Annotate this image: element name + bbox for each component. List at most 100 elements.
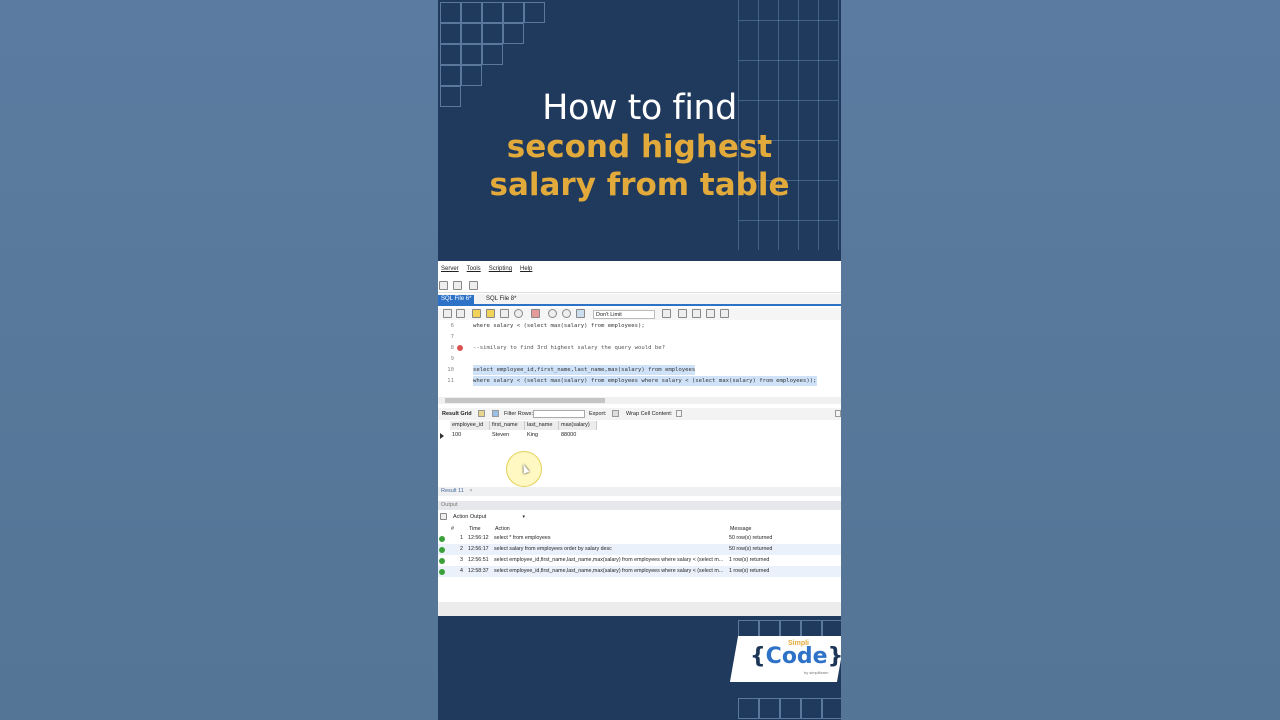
- video-title: How to find second highest salary from t…: [438, 88, 841, 204]
- rollback-icon[interactable]: [562, 309, 571, 318]
- save-icon[interactable]: [456, 309, 465, 318]
- line-number: 11: [447, 378, 454, 384]
- wrap-cell-icon[interactable]: [676, 410, 682, 417]
- grid-cell[interactable]: 100: [450, 431, 461, 440]
- tab-sql-file-8[interactable]: SQL File 8*: [483, 295, 519, 305]
- output-header-row: # Time Action Message: [438, 524, 841, 533]
- grid-cell[interactable]: Steven: [490, 431, 509, 440]
- code-line: 7: [438, 332, 841, 342]
- grid-view-icon[interactable]: [478, 410, 485, 417]
- status-bar: [438, 602, 841, 616]
- tab-sql-file-6[interactable]: SQL File 6*: [438, 295, 475, 305]
- row-pointer-icon: [440, 433, 444, 439]
- output-toggle-icon[interactable]: [440, 513, 447, 520]
- execute-current-icon[interactable]: [486, 309, 495, 318]
- code-text: where salary < (select max(salary) from …: [473, 376, 817, 386]
- row-message: 1 row(s) returned: [729, 557, 770, 563]
- filter-icon: [492, 410, 499, 417]
- row-time: 12:58:37: [468, 568, 489, 574]
- beautify-icon[interactable]: [662, 309, 671, 318]
- row-message: 1 row(s) returned: [729, 568, 770, 574]
- video-card: How to find second highest salary from t…: [438, 0, 841, 720]
- row-action: select * from employees: [494, 535, 551, 541]
- logo-code-word: Code: [765, 644, 828, 669]
- output-row[interactable]: 3 12:56:51 select employee_id,first_name…: [438, 555, 841, 566]
- simplicode-logo: Simpli {Code} by simplilearn: [744, 638, 841, 680]
- row-time: 12:56:12: [468, 535, 489, 541]
- toggle-error-icon[interactable]: [531, 309, 540, 318]
- output-row[interactable]: 4 12:58:37 select employee_id,first_name…: [438, 566, 841, 577]
- success-icon: [439, 536, 445, 542]
- limit-rows-select[interactable]: Don't Limit: [593, 310, 655, 319]
- panel-toggle-icon[interactable]: [835, 410, 841, 417]
- open-file-icon[interactable]: [443, 309, 452, 318]
- row-action: select employee_id,first_name,last_name,…: [494, 568, 724, 574]
- execute-icon[interactable]: [472, 309, 481, 318]
- scrollbar-thumb[interactable]: [445, 398, 605, 403]
- output-panel-header: Output: [438, 501, 841, 510]
- row-num: 4: [460, 568, 463, 574]
- chevron-down-icon: ▾: [522, 514, 525, 520]
- editor-toolbar: Don't Limit: [438, 308, 841, 320]
- code-line: 10 select employee_id,first_name,last_na…: [438, 365, 841, 375]
- result-tab-label: Result 11: [441, 488, 464, 494]
- title-line-1: How to find: [542, 88, 737, 128]
- wrap-lines-icon[interactable]: [720, 309, 729, 318]
- row-time: 12:56:17: [468, 546, 489, 552]
- menu-server[interactable]: Server: [441, 266, 459, 278]
- wrap-cell-label: Wrap Cell Content:: [626, 411, 673, 417]
- column-header[interactable]: last_name: [525, 421, 559, 430]
- code-line: 11 where salary < (select max(salary) fr…: [438, 376, 841, 386]
- code-line: 6 where salary < (select max(salary) fro…: [438, 321, 841, 331]
- menu-help[interactable]: Help: [520, 266, 532, 278]
- close-icon[interactable]: ×: [469, 488, 472, 494]
- output-row[interactable]: 2 12:56:17 select salary from employees …: [438, 544, 841, 555]
- column-header[interactable]: max(salary): [559, 421, 597, 430]
- inspector-icon[interactable]: [453, 281, 462, 290]
- autocommit-icon[interactable]: [576, 309, 585, 318]
- export-label: Export:: [589, 411, 607, 417]
- row-num: 1: [460, 535, 463, 541]
- stop-icon[interactable]: [514, 309, 523, 318]
- menu-scripting[interactable]: Scripting: [489, 266, 512, 278]
- output-row[interactable]: 1 12:56:12 select * from employees 50 ro…: [438, 533, 841, 544]
- grid-cell[interactable]: 88000: [559, 431, 576, 440]
- column-header[interactable]: first_name: [490, 421, 525, 430]
- editor-horizontal-scrollbar[interactable]: [438, 397, 841, 404]
- main-toolbar: [438, 279, 841, 293]
- logo-by-text: by simplilearn: [804, 670, 829, 675]
- find-icon[interactable]: [678, 309, 687, 318]
- row-num: 3: [460, 557, 463, 563]
- line-number: 6: [450, 323, 454, 329]
- sql-editor[interactable]: 6 where salary < (select max(salary) fro…: [438, 321, 841, 397]
- explain-icon[interactable]: [500, 309, 509, 318]
- line-number: 10: [447, 367, 454, 373]
- result-grid: employee_id first_name last_name max(sal…: [438, 421, 841, 487]
- line-number: 8: [450, 345, 454, 351]
- result-tab[interactable]: Result 11 ×: [438, 487, 841, 496]
- code-line: 8 --similary to find 3rd highest salary …: [438, 343, 841, 353]
- grid-cell[interactable]: King: [525, 431, 538, 440]
- menu-tools[interactable]: Tools: [467, 266, 481, 278]
- code-line: 9: [438, 354, 841, 364]
- row-time: 12:56:51: [468, 557, 489, 563]
- code-text: select employee_id,first_name,last_name,…: [473, 365, 696, 375]
- invisible-chars-icon[interactable]: [706, 309, 715, 318]
- row-action: select salary from employees order by sa…: [494, 546, 612, 552]
- file-tabs: SQL File 6* SQL File 8*: [438, 294, 841, 306]
- reconnect-icon[interactable]: [469, 281, 478, 290]
- title-line-3: salary from table: [489, 167, 790, 203]
- row-message: 50 row(s) returned: [729, 546, 773, 552]
- workbench-screenshot: Server Tools Scripting Help SQL File 6* …: [438, 261, 841, 616]
- result-grid-label[interactable]: Result Grid: [442, 411, 472, 417]
- commit-icon[interactable]: [548, 309, 557, 318]
- zoom-icon[interactable]: [692, 309, 701, 318]
- column-header[interactable]: employee_id: [450, 421, 490, 430]
- left-blurred-background: [0, 0, 438, 720]
- action-output-label: Action Output: [453, 514, 487, 520]
- export-icon[interactable]: [612, 410, 619, 417]
- action-output-select[interactable]: Action Output ▾: [451, 513, 527, 522]
- new-query-icon[interactable]: [439, 281, 448, 290]
- row-action: select employee_id,first_name,last_name,…: [494, 557, 724, 563]
- filter-rows-input[interactable]: [533, 410, 585, 418]
